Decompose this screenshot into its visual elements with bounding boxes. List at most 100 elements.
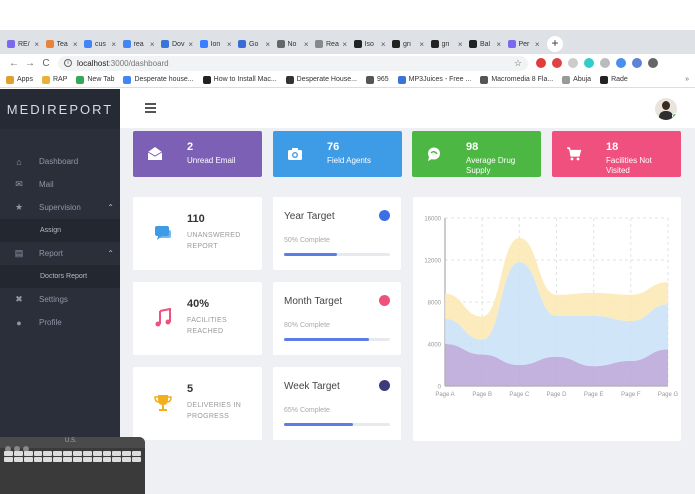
tab-title: RE/ [18,40,30,48]
browser-tab[interactable]: Dov × [158,34,196,54]
browser-tab[interactable]: Tea × [43,34,81,54]
tab-favicon-icon [353,40,362,48]
stat-value: 76 [327,141,340,153]
bookmark-item[interactable]: Abuja [562,75,592,84]
sidebar-subitem-doctors-report[interactable]: Doctors Report [0,265,120,288]
bookmark-star-icon[interactable]: ☆ [514,58,522,69]
tab-close-icon[interactable]: × [419,40,424,49]
sidebar-subitem-assign[interactable]: Assign [0,219,120,242]
site-info-icon[interactable]: i [64,59,72,67]
x-tick-label: Page G [658,392,679,398]
extension-icon[interactable] [632,58,642,68]
window-titlebar [0,0,695,30]
tab-favicon-icon [469,40,477,48]
sidebar-item-report[interactable]: ▤ Report ⌃ [0,242,120,265]
bookmark-item[interactable]: New Tab [76,75,115,84]
browser-tab[interactable]: gri × [389,34,427,54]
bookmark-item[interactable]: Desperate House... [285,75,357,84]
avatar[interactable] [655,98,677,120]
stat-card[interactable]: 98 Average Drug Supply [412,131,541,177]
forward-button[interactable]: → [22,58,38,69]
tab-title: cus [95,40,106,48]
tab-favicon-icon [238,40,246,48]
bookmark-favicon-icon [6,75,14,84]
browser-tab[interactable]: Ion × [197,34,235,54]
browser-tab[interactable]: RE/ × [4,34,42,54]
extension-icon[interactable] [584,58,594,68]
sidebar-item-supervision[interactable]: ★ Supervision ⌃ [0,196,120,219]
clipboard-icon: ▤ [14,248,24,258]
bookmark-favicon-icon [562,75,571,84]
browser-tab[interactable]: cus × [81,34,119,54]
back-button[interactable]: ← [6,58,22,69]
target-title: Month Target [284,296,343,307]
sidebar: MEDIREPORT ⌂ Dashboard ✉ Mail ★ Supervision ⌃ A… [0,89,120,494]
trophy-icon [153,393,173,413]
tab-close-icon[interactable]: × [496,40,501,49]
x-tick-label: Page D [546,392,567,398]
tab-close-icon[interactable]: × [304,40,309,49]
tab-favicon-icon [84,40,92,48]
bookmark-item[interactable]: MP3Juices - Free ... [397,75,471,84]
bookmark-item[interactable]: Apps [6,75,33,84]
bookmark-item[interactable]: Desperate house... [123,75,194,84]
tab-close-icon[interactable]: × [381,40,386,49]
tab-title: rea [133,40,144,48]
tab-close-icon[interactable]: × [227,40,232,49]
email-open-icon [147,146,163,162]
bookmark-item[interactable]: How to Install Mac... [202,75,277,84]
tab-close-icon[interactable]: × [111,40,116,49]
browser-tab[interactable]: Per × [505,34,543,54]
bookmark-label: Abuja [573,76,592,83]
target-title: Year Target [284,211,335,222]
bookmark-label: New Tab [87,76,115,83]
stat-card[interactable]: 18 Facilities Not Visited [552,131,681,177]
tab-close-icon[interactable]: × [265,40,270,49]
browser-tab[interactable]: No × [274,34,312,54]
bookmark-label: Rade [611,76,628,83]
tab-title: Bal [480,40,491,48]
extension-icon[interactable] [536,58,546,68]
extension-icon[interactable] [616,58,626,68]
browser-tab[interactable]: Rea × [312,34,350,54]
tab-close-icon[interactable]: × [73,40,78,49]
address-bar[interactable]: i localhost:3000/dashboard ☆ [58,55,528,71]
browser-window: RE/× Tea × cus × rea × Dov × Ion × Go × No × Rea × Iso × gr… [0,0,695,494]
tab-close-icon[interactable]: × [188,40,193,49]
stat-card[interactable]: 76 Field Agents [273,131,402,177]
tab-close-icon[interactable]: × [150,40,155,49]
menu-toggle-icon[interactable] [145,103,156,113]
extensions-bar [536,58,664,68]
bookmark-item[interactable]: 965 [365,75,389,84]
sidebar-item-dashboard[interactable]: ⌂ Dashboard [0,150,120,173]
cart-icon [566,146,582,162]
extension-icon[interactable] [568,58,578,68]
y-tick-label: 0 [438,385,442,391]
bookmarks-overflow-icon[interactable]: » [685,76,689,83]
sidebar-item-profile[interactable]: ● Profile [0,311,120,334]
tab-strip: RE/× Tea × cus × rea × Dov × Ion × Go × No × Rea × Iso × gr… [0,30,695,54]
browser-tab[interactable]: gri × [428,34,466,54]
reload-button[interactable]: C [38,58,54,69]
tab-close-icon[interactable]: × [34,40,39,49]
stat-card[interactable]: 2 Unread Email [133,131,262,177]
tab-close-icon[interactable]: × [342,40,347,49]
tab-close-icon[interactable]: × [535,40,540,49]
sidebar-item-settings[interactable]: ✖ Settings [0,288,120,311]
target-progress-text: 80% Complete [284,322,330,329]
bookmark-item[interactable]: Macromedia 8 Fla... [480,75,553,84]
extension-icon[interactable] [552,58,562,68]
extension-icon[interactable] [600,58,610,68]
tab-close-icon[interactable]: × [458,40,463,49]
home-icon: ⌂ [16,156,22,167]
y-tick-label: 4000 [428,343,442,349]
browser-tab[interactable]: Iso × [351,34,389,54]
browser-tab[interactable]: Bal × [466,34,504,54]
new-tab-button[interactable]: + [547,36,563,52]
browser-tab[interactable]: rea × [120,34,158,54]
profile-icon[interactable] [648,58,658,68]
sidebar-item-mail[interactable]: ✉ Mail [0,173,120,196]
bookmark-item[interactable]: Rade [600,75,628,84]
bookmark-item[interactable]: RAP [41,75,67,84]
browser-tab[interactable]: Go × [235,34,273,54]
